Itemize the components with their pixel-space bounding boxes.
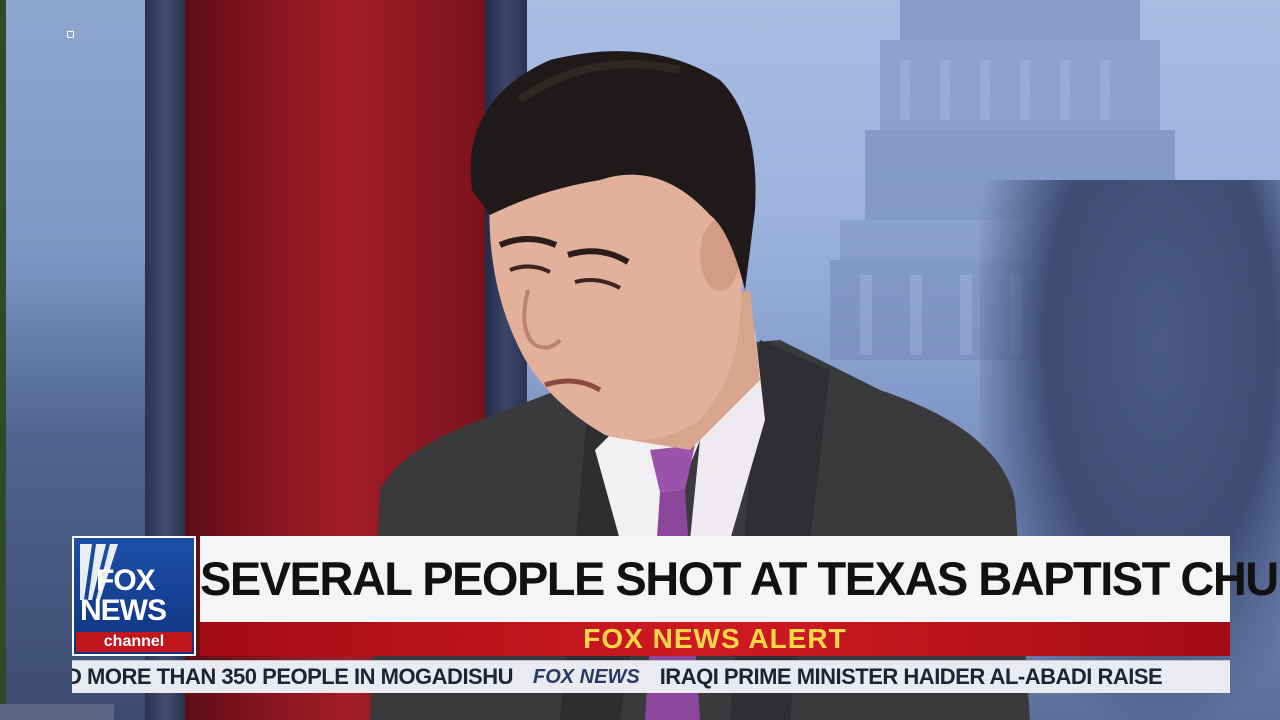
alert-text: FOX NEWS ALERT	[583, 623, 847, 654]
alert-bar: FOX NEWS ALERT	[200, 622, 1230, 656]
headline-text: SEVERAL PEOPLE SHOT AT TEXAS BAPTIST CHU…	[200, 552, 1280, 605]
logo-news-text: NEWS	[80, 594, 167, 627]
frame-corner-bar	[0, 704, 114, 720]
corner-marker	[67, 31, 74, 38]
logo-channel-text: channel	[76, 632, 192, 652]
logo-fox-text: FOX	[96, 564, 156, 597]
headline-banner: SEVERAL PEOPLE SHOT AT TEXAS BAPTIST CHU…	[200, 536, 1280, 622]
ticker-track: D MORE THAN 350 PEOPLE IN MOGADISHU FOX …	[72, 661, 1163, 693]
news-ticker: D MORE THAN 350 PEOPLE IN MOGADISHU FOX …	[72, 660, 1230, 693]
ticker-item: D MORE THAN 350 PEOPLE IN MOGADISHU	[72, 664, 514, 689]
video-frame: FOX NEWS channel SEVERAL PEOPLE SHOT AT …	[0, 0, 1280, 720]
frame-edge	[0, 0, 6, 720]
fox-news-logo: FOX NEWS channel	[72, 536, 196, 656]
ticker-separator-logo: FOX NEWS	[533, 666, 640, 688]
ticker-item: IRAQI PRIME MINISTER HAIDER AL-ABADI RAI…	[659, 664, 1163, 689]
